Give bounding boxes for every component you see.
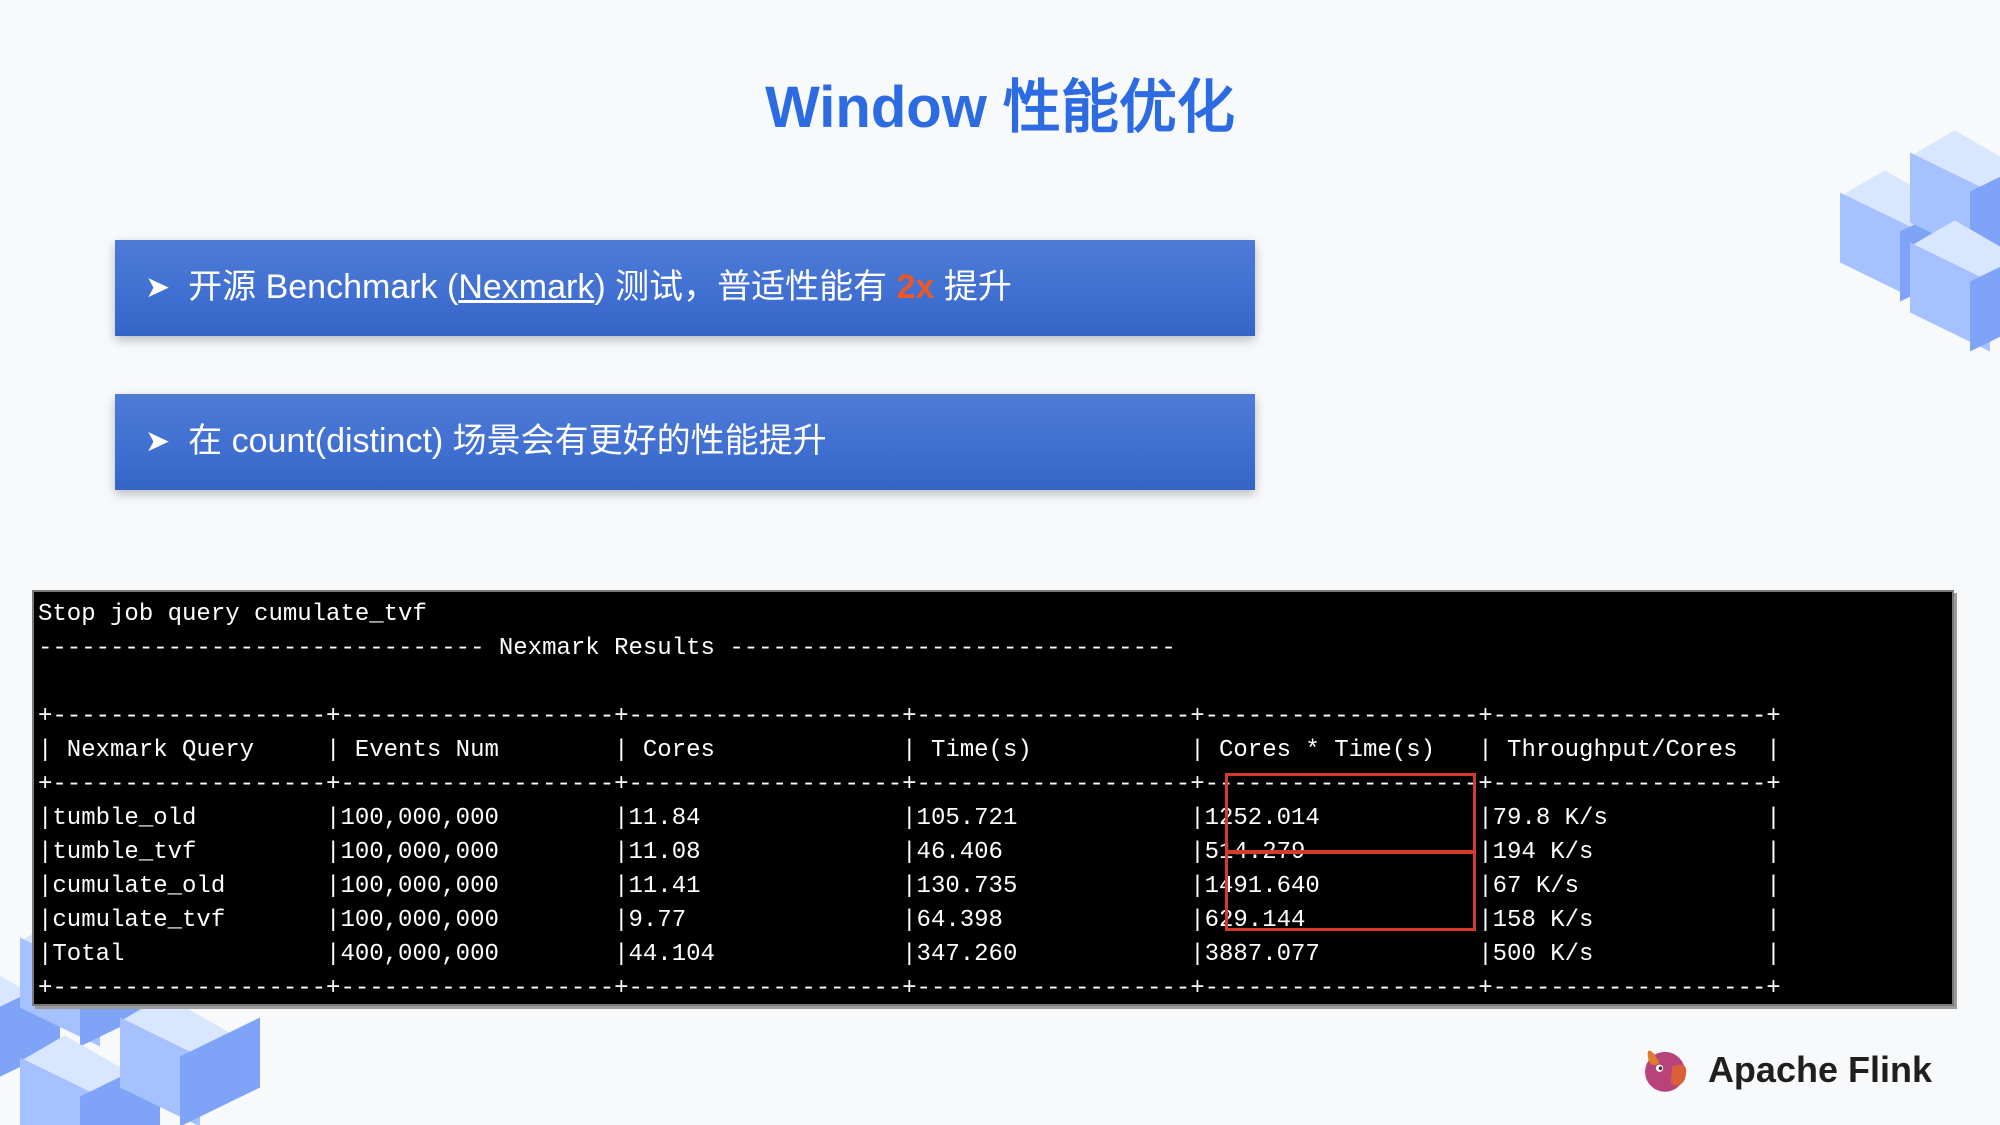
footer-brand-text: Apache Flink: [1708, 1049, 1932, 1091]
bullet-count-distinct: ➤ 在 count(distinct) 场景会有更好的性能提升: [115, 394, 1255, 490]
table-border: +-------------------+-------------------…: [38, 703, 1781, 730]
chevron-right-icon: ➤: [145, 267, 170, 309]
table-row: |cumulate_tvf |100,000,000 |9.77 |64.398…: [38, 907, 1781, 934]
bullet-count-distinct-text: 在 count(distinct) 场景会有更好的性能提升: [188, 418, 827, 466]
footer-logo: Apache Flink: [1636, 1041, 1932, 1099]
table-row: |tumble_old |100,000,000 |11.84 |105.721…: [38, 805, 1781, 832]
table-row: |tumble_tvf |100,000,000 |11.08 |46.406 …: [38, 839, 1781, 866]
terminal-stop-line: Stop job query cumulate_tvf: [38, 601, 427, 628]
bullet-benchmark-text: 开源 Benchmark (Nexmark) 测试，普适性能有 2x 提升: [188, 264, 1012, 312]
flink-squirrel-icon: [1636, 1041, 1694, 1099]
nexmark-link[interactable]: Nexmark: [458, 268, 594, 306]
table-border: +-------------------+-------------------…: [38, 771, 1781, 798]
table-header-row: | Nexmark Query | Events Num | Cores | T…: [38, 737, 1781, 764]
chevron-right-icon: ➤: [145, 421, 170, 463]
table-row: |Total |400,000,000 |44.104 |347.260 |38…: [38, 941, 1781, 968]
terminal-output: Stop job query cumulate_tvf ------------…: [32, 590, 1954, 1006]
terminal-results-header: ------------------------------- Nexmark …: [38, 635, 1176, 662]
table-border: +-------------------+-------------------…: [38, 975, 1781, 1002]
slide-title: Window 性能优化: [0, 60, 2000, 144]
two-x-highlight: 2x: [897, 268, 935, 306]
table-row: |cumulate_old |100,000,000 |11.41 |130.7…: [38, 873, 1781, 900]
bullet-benchmark: ➤ 开源 Benchmark (Nexmark) 测试，普适性能有 2x 提升: [115, 240, 1255, 336]
decor-cubes-top-right: [1800, 140, 2000, 400]
